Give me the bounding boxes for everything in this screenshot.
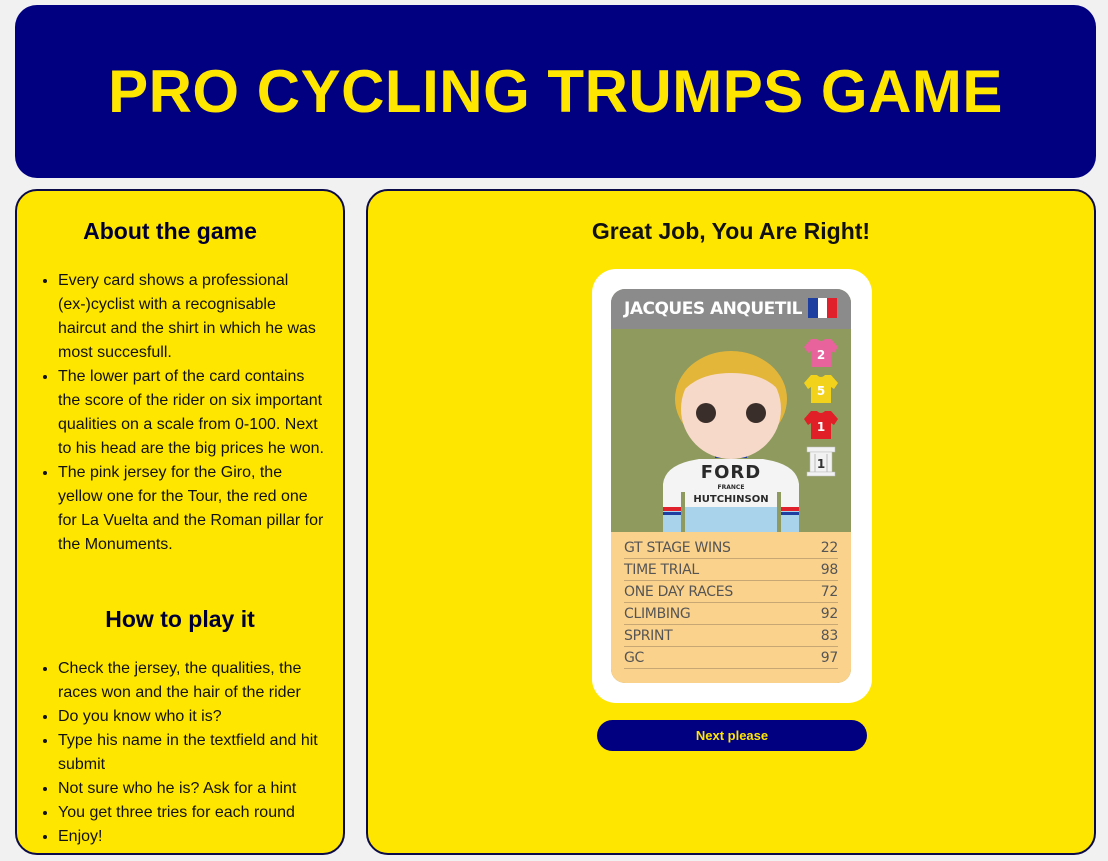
shirt-sponsor: FORD — [701, 462, 761, 483]
shirt-line2: FRANCE — [718, 484, 745, 491]
stat-label: GT STAGE WINS — [624, 539, 731, 556]
stat-row: GT STAGE WINS 22 — [624, 537, 838, 559]
list-item: The lower part of the card contains the … — [58, 365, 325, 461]
stat-label: TIME TRIAL — [624, 561, 699, 578]
rider-name: JACQUES ANQUETIL — [624, 299, 803, 319]
game-panel: Great Job, You Are Right! JACQUES ANQUET… — [366, 189, 1096, 855]
list-item: You get three tries for each round — [58, 801, 325, 825]
how-heading: How to play it — [105, 606, 255, 632]
how-list: Check the jersey, the qualities, the rac… — [17, 657, 343, 849]
stat-value: 22 — [820, 539, 839, 556]
rider-card-frame: JACQUES ANQUETIL FORD FRANCE HUTCHINSON … — [592, 269, 872, 703]
monument-pillar-icon: 1 — [806, 446, 836, 477]
list-item: Enjoy! — [58, 825, 325, 849]
stat-value: 72 — [820, 583, 839, 600]
about-list: Every card shows a professional (ex-)cyc… — [17, 269, 343, 557]
svg-text:1: 1 — [817, 457, 825, 471]
stat-row: CLIMBING 92 — [624, 603, 838, 625]
stat-row: GC 97 — [624, 647, 838, 669]
card-title-bar: JACQUES ANQUETIL — [611, 289, 851, 329]
stat-value: 98 — [820, 561, 839, 578]
giro-jersey-icon: 2 — [804, 339, 838, 367]
svg-text:5: 5 — [817, 384, 825, 398]
next-button[interactable]: Next please — [597, 720, 867, 751]
stat-label: SPRINT — [624, 627, 673, 644]
stat-label: ONE DAY RACES — [624, 583, 733, 600]
stat-row: ONE DAY RACES 72 — [624, 581, 838, 603]
list-item: The pink jersey for the Giro, the yellow… — [58, 461, 325, 557]
vuelta-jersey-icon: 1 — [804, 411, 838, 439]
cycling-shirt: FORD FRANCE HUTCHINSON — [663, 451, 799, 532]
stat-value: 92 — [820, 605, 839, 622]
stat-row: TIME TRIAL 98 — [624, 559, 838, 581]
svg-text:1: 1 — [817, 420, 825, 434]
list-item: Not sure who he is? Ask for a hint — [58, 777, 325, 801]
list-item: Type his name in the textfield and hit s… — [58, 729, 325, 777]
france-flag-icon — [808, 298, 838, 318]
stat-label: GC — [624, 649, 645, 666]
info-panel: About the game Every card shows a profes… — [15, 189, 345, 855]
tour-jersey-icon: 5 — [804, 375, 838, 403]
list-item: Do you know who it is? — [58, 705, 325, 729]
result-message: Great Job, You Are Right! — [591, 218, 871, 244]
wins-column: 2 5 1 1 — [804, 339, 838, 477]
rider-card: JACQUES ANQUETIL FORD FRANCE HUTCHINSON … — [611, 289, 851, 683]
page-title: PRO CYCLING TRUMPS GAME — [108, 58, 1003, 125]
stat-label: CLIMBING — [624, 605, 691, 622]
list-item: Every card shows a professional (ex-)cyc… — [58, 269, 325, 365]
stat-value: 83 — [820, 627, 839, 644]
about-heading: About the game — [83, 218, 257, 244]
svg-text:2: 2 — [817, 348, 825, 362]
page-header: PRO CYCLING TRUMPS GAME — [15, 5, 1096, 178]
shirt-line3: HUTCHINSON — [693, 494, 768, 505]
stat-row: SPRINT 83 — [624, 625, 838, 647]
stats-table: GT STAGE WINS 22 TIME TRIAL 98 ONE DAY R… — [611, 532, 851, 683]
stat-value: 97 — [820, 649, 839, 666]
list-item: Check the jersey, the qualities, the rac… — [58, 657, 325, 705]
